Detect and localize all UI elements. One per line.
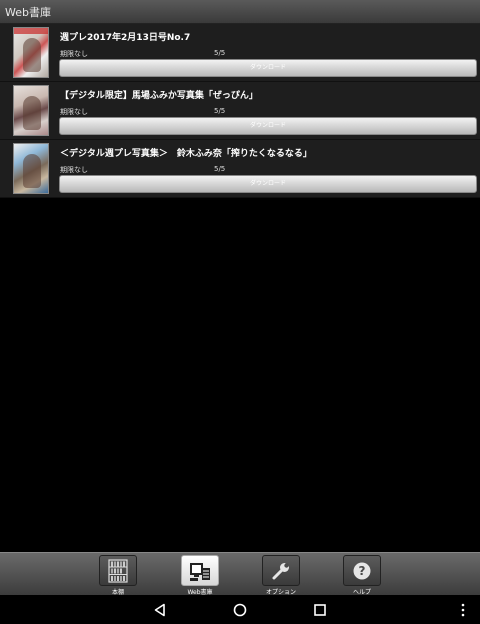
more-menu-icon[interactable] (452, 599, 474, 621)
wrench-icon[interactable] (262, 555, 300, 586)
cover-figure (23, 154, 41, 188)
cover-masthead (14, 28, 48, 34)
cover-figure (23, 96, 41, 130)
recents-icon[interactable] (309, 599, 331, 621)
system-navigation-bar (0, 595, 480, 624)
expiry-label: 期限なし (60, 108, 88, 116)
tab-bookshelf[interactable]: 本棚 (88, 553, 148, 596)
tab-web-library[interactable]: Web書庫 (170, 553, 230, 596)
download-count: 5/5 (214, 165, 226, 173)
download-button[interactable]: ダウンロード (59, 175, 477, 193)
book-cover[interactable] (13, 27, 49, 78)
bottom-tab-bar: 本棚 Web書庫 オプション ? ヘルプ (0, 552, 480, 596)
expiry-label: 期限なし (60, 166, 88, 174)
download-count: 5/5 (214, 49, 226, 57)
book-list: 週プレ2017年2月13日号No.7 期限なし 5/5 ダウンロード 【デジタル… (0, 24, 480, 198)
list-item[interactable]: ＜デジタル週プレ写真集＞ 鈴木ふみ奈「搾りたくなるなる」 期限なし 5/5 ダウ… (0, 140, 480, 198)
cover-figure (23, 38, 41, 72)
download-button[interactable]: ダウンロード (59, 59, 477, 77)
app-title-bar: Web書庫 (0, 0, 480, 24)
book-cover[interactable] (13, 143, 49, 194)
book-cover[interactable] (13, 85, 49, 136)
app-title: Web書庫 (5, 6, 51, 19)
list-item[interactable]: 週プレ2017年2月13日号No.7 期限なし 5/5 ダウンロード (0, 24, 480, 82)
back-icon[interactable] (149, 599, 171, 621)
download-button[interactable]: ダウンロード (59, 117, 477, 135)
tab-help[interactable]: ? ヘルプ (332, 553, 392, 596)
book-title: ＜デジタル週プレ写真集＞ 鈴木ふみ奈「搾りたくなるなる」 (60, 149, 312, 159)
help-icon[interactable]: ? (343, 555, 381, 586)
web-library-icon[interactable] (181, 555, 219, 586)
book-title: 【デジタル限定】馬場ふみか写真集「ぜっぴん」 (60, 91, 258, 101)
home-icon[interactable] (229, 599, 251, 621)
bookshelf-icon[interactable] (99, 555, 137, 586)
svg-text:?: ? (359, 564, 366, 578)
book-title: 週プレ2017年2月13日号No.7 (60, 33, 191, 43)
list-item[interactable]: 【デジタル限定】馬場ふみか写真集「ぜっぴん」 期限なし 5/5 ダウンロード (0, 82, 480, 140)
expiry-label: 期限なし (60, 50, 88, 58)
download-count: 5/5 (214, 107, 226, 115)
tab-options[interactable]: オプション (251, 553, 311, 596)
